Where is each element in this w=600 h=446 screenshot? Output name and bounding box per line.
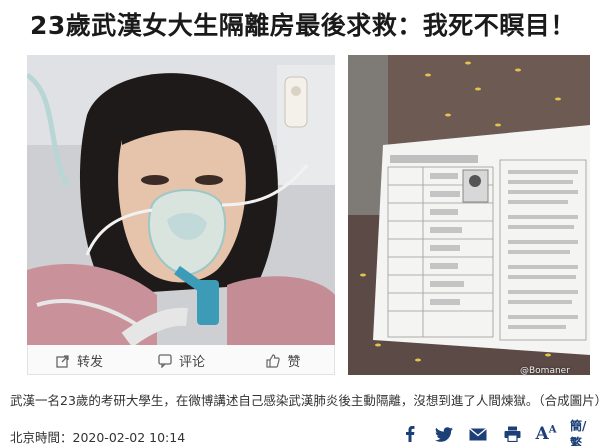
like-label: 赞 [287,355,301,370]
repost-icon [55,353,71,369]
simplified-traditional-toggle[interactable]: 簡/繁 [570,419,590,446]
exam-ticket-photo[interactable] [348,55,590,375]
mail-icon [469,427,487,440]
comment-label: 评论 [178,355,205,370]
comment-icon [157,353,173,369]
publish-timestamp: 北京時間：2020-02-02 10:14 [10,430,186,445]
email-share-button[interactable] [468,425,488,443]
image-caption: 武漢一名23歲的考研大學生，在微博講述自己感染武漢肺炎後主動隔離，沒想到進了人間… [10,393,600,408]
font-size-icon: AA [535,424,557,444]
twitter-icon [435,426,453,442]
article-footer: 北京時間：2020-02-02 10:14 AA 簡/繁 [10,419,590,446]
like-button[interactable]: 赞 [232,346,334,375]
patient-photo[interactable] [27,55,335,345]
printer-icon [504,426,520,442]
weibo-action-bar: 转发 评论 赞 [28,346,334,375]
share-toolbar: AA 簡/繁 [400,419,590,446]
print-button[interactable] [502,425,522,443]
facebook-icon [406,426,415,442]
headline: 23歲武漢女大生隔離房最後求救：我死不瞑目！ [30,11,576,40]
repost-button[interactable]: 转发 [28,346,130,375]
font-size-button[interactable]: AA [535,424,557,444]
twitter-share-button[interactable] [434,425,454,443]
weibo-watermark: @Bomaner [520,366,570,376]
facebook-share-button[interactable] [400,425,420,443]
repost-label: 转发 [76,355,103,370]
thumbs-up-icon [265,353,281,369]
comment-button[interactable]: 评论 [130,346,232,375]
